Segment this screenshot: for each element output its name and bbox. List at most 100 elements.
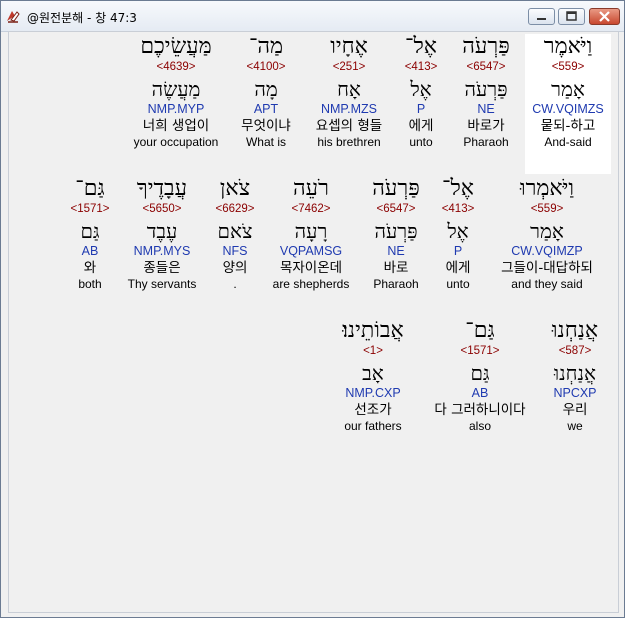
hebrew-word: וַיֹּאמֶר (543, 34, 593, 59)
minimize-icon (537, 18, 546, 20)
word-cell[interactable]: גַּם־ <1571> גַּם AB 다 그러하니이다 also (423, 318, 537, 434)
parsing-code: NMP.MYS (133, 244, 191, 258)
strong-number[interactable]: <1571> (423, 344, 537, 358)
app-window: @원전분해 - 창 47:3 וַיֹּאמֶר <559> אָמַר CW.… (0, 0, 625, 618)
korean-gloss: 에게 (408, 118, 434, 134)
korean-gloss: 우리 (562, 402, 588, 418)
lemma-word: צֹאם (217, 219, 253, 243)
title-bar[interactable]: @원전분해 - 창 47:3 (1, 1, 624, 32)
english-gloss: And-said (544, 135, 592, 149)
lemma-word: גַּם (80, 219, 100, 243)
strong-number[interactable]: <559> (525, 60, 611, 74)
word-cell[interactable]: צֹאן <6629> צֹאם NFS 양의 . (207, 176, 263, 292)
minimize-button[interactable] (528, 8, 555, 25)
strong-number[interactable]: <4639> (123, 60, 229, 74)
hebrew-word: גַּם־ (75, 176, 105, 201)
strong-number[interactable]: <251> (305, 60, 393, 74)
korean-gloss: 양의 (222, 260, 248, 276)
strong-number[interactable]: <413> (433, 202, 483, 216)
english-gloss: . (233, 277, 237, 291)
hebrew-word: רֹעֵה (293, 176, 329, 201)
lemma-word: עֶבֶד (146, 219, 178, 243)
word-cell[interactable]: אֶחָיו <251> אָח NMP.MZS 요셉의 형들 his bret… (305, 34, 393, 150)
english-gloss: both (78, 277, 102, 291)
hebrew-word: אֶחָיו (330, 34, 368, 59)
parsing-code: P (416, 102, 426, 116)
strong-number[interactable]: <1> (329, 344, 417, 358)
lemma-word: מַעֲשֶׂה (151, 77, 201, 101)
hebrew-word: אֶל־ (442, 176, 474, 201)
strong-number[interactable]: <6629> (207, 202, 263, 216)
maximize-button[interactable] (558, 8, 585, 25)
lemma-word: פַּרְעֹה (374, 219, 418, 243)
parsing-code: CW.VQIMZS (532, 102, 604, 116)
hebrew-word: מַה־ (248, 34, 284, 59)
english-gloss: What is (245, 135, 286, 149)
parsing-code: NPCXP (553, 386, 597, 400)
hebrew-word: עֲבָדֶיךָ (136, 176, 188, 201)
strong-number[interactable]: <413> (394, 60, 448, 74)
word-cell[interactable]: גַּם־ <1571> גַּם AB 와 both (65, 176, 115, 292)
korean-gloss: 바로가 (467, 118, 505, 134)
lemma-word: גַּם (470, 361, 490, 385)
word-cell[interactable]: אֲבוֹתֵינוּ׃ <1> אָב NMP.CXP 선조가 our fat… (329, 318, 417, 434)
word-cell[interactable]: וַיֹּאמְרוּ <559> אָמַר CW.VQIMZP 그들이-대답… (485, 176, 609, 292)
korean-gloss: 바로 (383, 260, 409, 276)
word-cell[interactable]: עֲבָדֶיךָ <5650> עֶבֶד NMP.MYS 종들은 Thy s… (119, 176, 205, 292)
english-gloss: we (567, 419, 583, 433)
hebrew-word: גַּם־ (465, 318, 495, 343)
strong-number[interactable]: <5650> (119, 202, 205, 216)
parsing-code: AB (81, 244, 99, 258)
lemma-word: מָה (254, 77, 278, 101)
korean-gloss: 에게 (445, 260, 471, 276)
strong-number[interactable]: <1571> (65, 202, 115, 216)
word-cell[interactable]: מַה־ <4100> מָה APT 무엇이냐 What is (229, 34, 303, 150)
word-cell[interactable]: פַּרְעֹה <6547> פַּרְעֹה NE 바로 Pharaoh (359, 176, 433, 292)
word-cell[interactable]: אֲנַחְנוּ <587> אֲנַחְנוּ NPCXP 우리 we (539, 318, 611, 434)
word-cell[interactable]: מַּעֲשֵׂיכֶם <4639> מַעֲשֶׂה NMP.MYP 너희 … (123, 34, 229, 150)
word-cell[interactable]: רֹעֵה <7462> רָעָה VQPAMSG 목자이온데 are she… (265, 176, 357, 292)
hebrew-word: אֲנַחְנוּ (551, 318, 599, 343)
english-gloss: Pharaoh (373, 277, 419, 291)
lemma-word: אֲנַחְנוּ (554, 361, 596, 385)
lemma-word: אָמַר (530, 219, 564, 243)
word-cell[interactable]: פַּרְעֹה <6547> פַּרְעֹה NE 바로가 Pharaoh (447, 34, 525, 150)
korean-gloss: 뭍되-하고 (540, 118, 596, 134)
strong-number[interactable]: <559> (485, 202, 609, 216)
strong-number[interactable]: <7462> (265, 202, 357, 216)
hebrew-word: פַּרְעֹה (372, 176, 420, 201)
lemma-word: אֶל (447, 219, 469, 243)
word-cell[interactable]: אֶל־ <413> אֶל P 에게 unto (394, 34, 448, 150)
strong-number[interactable]: <4100> (229, 60, 303, 74)
english-gloss: our fathers (344, 419, 402, 433)
word-cell[interactable]: אֶל־ <413> אֶל P 에게 unto (433, 176, 483, 292)
window-title: @원전분해 - 창 47:3 (27, 11, 137, 25)
word-cell[interactable]: וַיֹּאמֶר <559> אָמַר CW.VQIMZS 뭍되-하고 An… (525, 34, 611, 174)
parsing-code: CW.VQIMZP (511, 244, 583, 258)
close-button[interactable] (589, 8, 620, 25)
korean-gloss: 와 (83, 260, 97, 276)
interlinear-panel[interactable]: וַיֹּאמֶר <559> אָמַר CW.VQIMZS 뭍되-하고 An… (8, 31, 619, 613)
hebrew-word: צֹאן (219, 176, 251, 201)
lemma-word: אָמַר (551, 77, 585, 101)
english-gloss: his brethren (317, 135, 381, 149)
korean-gloss: 요셉의 형들 (315, 118, 383, 134)
hebrew-word: וַיֹּאמְרוּ (519, 176, 575, 201)
lemma-word: אֶל (410, 77, 432, 101)
korean-gloss: 다 그러하니이다 (434, 402, 526, 418)
parsing-code: NE (477, 102, 495, 116)
parsing-code: NMP.MZS (320, 102, 378, 116)
strong-number[interactable]: <6547> (447, 60, 525, 74)
maximize-icon (566, 11, 577, 21)
lemma-word: אָח (337, 77, 361, 101)
app-logo-icon (7, 11, 20, 23)
korean-gloss: 선조가 (354, 402, 392, 418)
strong-number[interactable]: <6547> (359, 202, 433, 216)
english-gloss: are shepherds (272, 277, 350, 291)
english-gloss: Thy servants (127, 277, 197, 291)
english-gloss: your occupation (133, 135, 219, 149)
strong-number[interactable]: <587> (539, 344, 611, 358)
parsing-code: P (453, 244, 463, 258)
hebrew-word: אֶל־ (405, 34, 437, 59)
parsing-code: NMP.CXP (345, 386, 401, 400)
